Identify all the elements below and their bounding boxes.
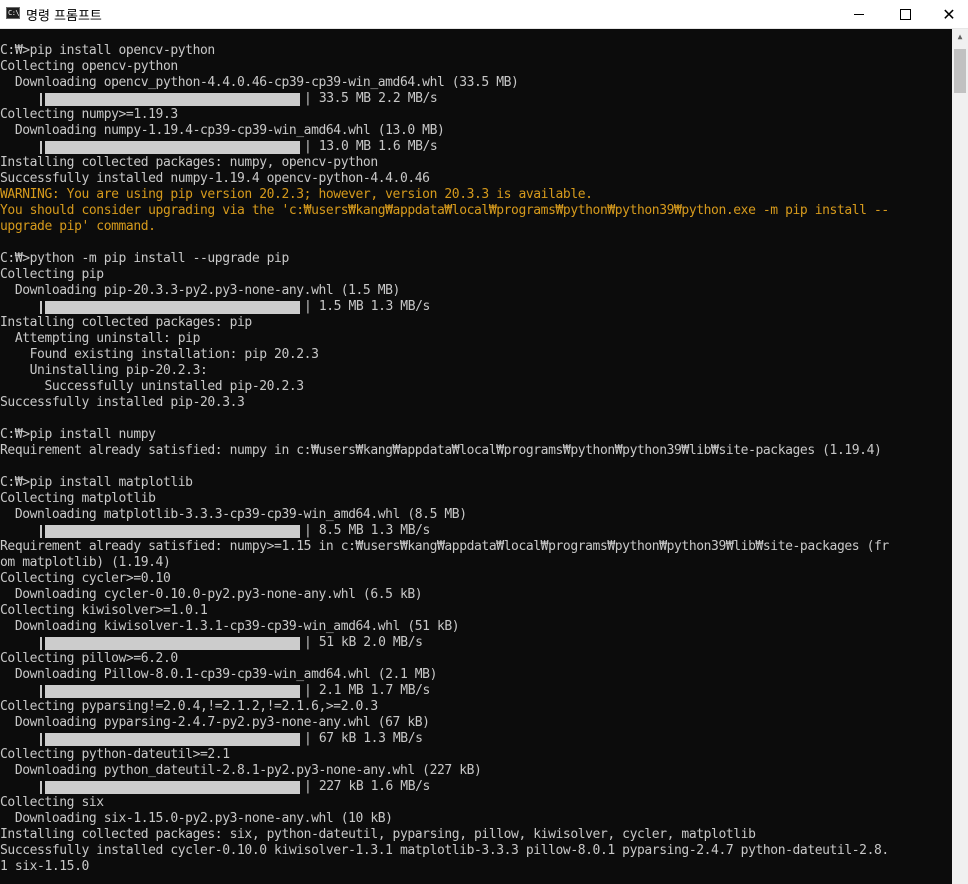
progress-bar-edge xyxy=(40,732,42,746)
progress-bar-fill xyxy=(45,636,300,650)
console-line: C:₩>pip install matplotlib xyxy=(0,475,193,490)
progress-line: | 1.5 MB 1.3 MB/s xyxy=(0,299,889,315)
console-line: Collecting python-dateutil>=2.1 xyxy=(0,747,230,762)
minimize-icon xyxy=(854,13,864,15)
console-line: C:₩>pip install numpy xyxy=(0,427,156,442)
console-line: Successfully installed cycler-0.10.0 kiw… xyxy=(0,843,889,858)
console-line: Downloading pyparsing-2.4.7-py2.py3-none… xyxy=(0,715,430,730)
progress-bar-edge xyxy=(40,140,42,154)
progress-bar-fill xyxy=(45,524,300,538)
console-line: Collecting pillow>=6.2.0 xyxy=(0,651,178,666)
scroll-up-arrow-icon[interactable]: ▲ xyxy=(952,29,968,45)
progress-line: | 2.1 MB 1.7 MB/s xyxy=(0,683,889,699)
console-line: Downloading opencv_python-4.4.0.46-cp39-… xyxy=(0,75,519,90)
console-line: Collecting six xyxy=(0,795,104,810)
progress-bar-edge xyxy=(40,684,42,698)
console-line: Downloading kiwisolver-1.3.1-cp39-cp39-w… xyxy=(0,619,460,634)
console-line: Requirement already satisfied: numpy>=1.… xyxy=(0,539,889,554)
console-line: Uninstalling pip-20.2.3: xyxy=(0,363,208,378)
download-progress-bar xyxy=(40,636,300,650)
progress-bar-edge xyxy=(40,780,42,794)
progress-text: | 67 kB 1.3 MB/s xyxy=(304,731,423,746)
vertical-scrollbar[interactable]: ▲ xyxy=(952,29,968,884)
progress-text: | 1.5 MB 1.3 MB/s xyxy=(304,299,430,314)
console-line: Installing collected packages: pip xyxy=(0,315,252,330)
console-line: Attempting uninstall: pip xyxy=(0,331,201,346)
console-line: Downloading numpy-1.19.4-cp39-cp39-win_a… xyxy=(0,123,445,138)
download-progress-bar xyxy=(40,300,300,314)
console-line: Successfully installed pip-20.3.3 xyxy=(0,395,245,410)
console-line: Requirement already satisfied: numpy in … xyxy=(0,443,882,458)
progress-text: | 33.5 MB 2.2 MB/s xyxy=(304,91,438,106)
command-prompt-icon: C:\ xyxy=(6,7,20,19)
console-lines: C:₩>pip install opencv-python Collecting … xyxy=(0,43,889,875)
progress-text: | 51 kB 2.0 MB/s xyxy=(304,635,423,650)
console-line: Collecting kiwisolver>=1.0.1 xyxy=(0,603,208,618)
maximize-icon xyxy=(899,8,911,20)
progress-text: | 8.5 MB 1.3 MB/s xyxy=(304,523,430,538)
console-line: Downloading six-1.15.0-py2.py3-none-any.… xyxy=(0,811,393,826)
progress-bar-fill xyxy=(45,300,300,314)
warning-line: WARNING: You are using pip version 20.2.… xyxy=(0,187,593,202)
progress-line: | 8.5 MB 1.3 MB/s xyxy=(0,523,889,539)
console-line: Installing collected packages: numpy, op… xyxy=(0,155,378,170)
console-line: Found existing installation: pip 20.2.3 xyxy=(0,347,319,362)
scroll-thumb[interactable] xyxy=(954,49,966,93)
progress-bar-edge xyxy=(40,524,42,538)
progress-bar-edge xyxy=(40,636,42,650)
progress-text: | 227 kB 1.6 MB/s xyxy=(304,779,430,794)
progress-bar-fill xyxy=(45,684,300,698)
console-line: C:₩>python -m pip install --upgrade pip xyxy=(0,251,289,266)
progress-text: | 13.0 MB 1.6 MB/s xyxy=(304,139,438,154)
warning-line: You should consider upgrading via the 'c… xyxy=(0,203,889,218)
console-line: Collecting pip xyxy=(0,267,104,282)
warning-line: upgrade pip' command. xyxy=(0,219,156,234)
download-progress-bar xyxy=(40,524,300,538)
progress-line: | 33.5 MB 2.2 MB/s xyxy=(0,91,889,107)
title-bar[interactable]: C:\ 명령 프롬프트 ✕ xyxy=(0,0,968,29)
progress-line: | 51 kB 2.0 MB/s xyxy=(0,635,889,651)
console-line: 1 six-1.15.0 xyxy=(0,859,89,874)
download-progress-bar xyxy=(40,92,300,106)
console-line: Downloading pip-20.3.3-py2.py3-none-any.… xyxy=(0,283,401,298)
console-line: Collecting matplotlib xyxy=(0,491,156,506)
progress-text: | 2.1 MB 1.7 MB/s xyxy=(304,683,430,698)
progress-bar-fill xyxy=(45,732,300,746)
console-line: Downloading cycler-0.10.0-py2.py3-none-a… xyxy=(0,587,423,602)
close-icon: ✕ xyxy=(942,4,956,24)
console-line: Downloading Pillow-8.0.1-cp39-cp39-win_a… xyxy=(0,667,438,682)
console-line: C:₩>pip install opencv-python xyxy=(0,43,215,58)
download-progress-bar xyxy=(40,684,300,698)
console-line: Downloading matplotlib-3.3.3-cp39-cp39-w… xyxy=(0,507,467,522)
console-line: Installing collected packages: six, pyth… xyxy=(0,827,756,842)
progress-line: | 67 kB 1.3 MB/s xyxy=(0,731,889,747)
progress-line: | 13.0 MB 1.6 MB/s xyxy=(0,139,889,155)
progress-bar-fill xyxy=(45,92,300,106)
window-title: 명령 프롬프트 xyxy=(26,9,102,24)
console-line: Collecting numpy>=1.19.3 xyxy=(0,107,178,122)
console-line: Successfully uninstalled pip-20.2.3 xyxy=(0,379,304,394)
console-output[interactable]: C:₩>pip install opencv-python Collecting … xyxy=(0,29,952,884)
console-line: Downloading python_dateutil-2.8.1-py2.py… xyxy=(0,763,482,778)
close-button[interactable]: ✕ xyxy=(926,0,968,28)
progress-bar-edge xyxy=(40,92,42,106)
progress-line: | 227 kB 1.6 MB/s xyxy=(0,779,889,795)
console-line: Successfully installed numpy-1.19.4 open… xyxy=(0,171,430,186)
download-progress-bar xyxy=(40,780,300,794)
download-progress-bar xyxy=(40,140,300,154)
console-line: Collecting cycler>=0.10 xyxy=(0,571,171,586)
progress-bar-fill xyxy=(45,140,300,154)
console-line: Collecting opencv-python xyxy=(0,59,178,74)
maximize-button[interactable] xyxy=(882,0,928,28)
console-line: Collecting pyparsing!=2.0.4,!=2.1.2,!=2.… xyxy=(0,699,378,714)
console-line: om matplotlib) (1.19.4) xyxy=(0,555,171,570)
minimize-button[interactable] xyxy=(836,0,882,28)
download-progress-bar xyxy=(40,732,300,746)
progress-bar-edge xyxy=(40,300,42,314)
progress-bar-fill xyxy=(45,780,300,794)
